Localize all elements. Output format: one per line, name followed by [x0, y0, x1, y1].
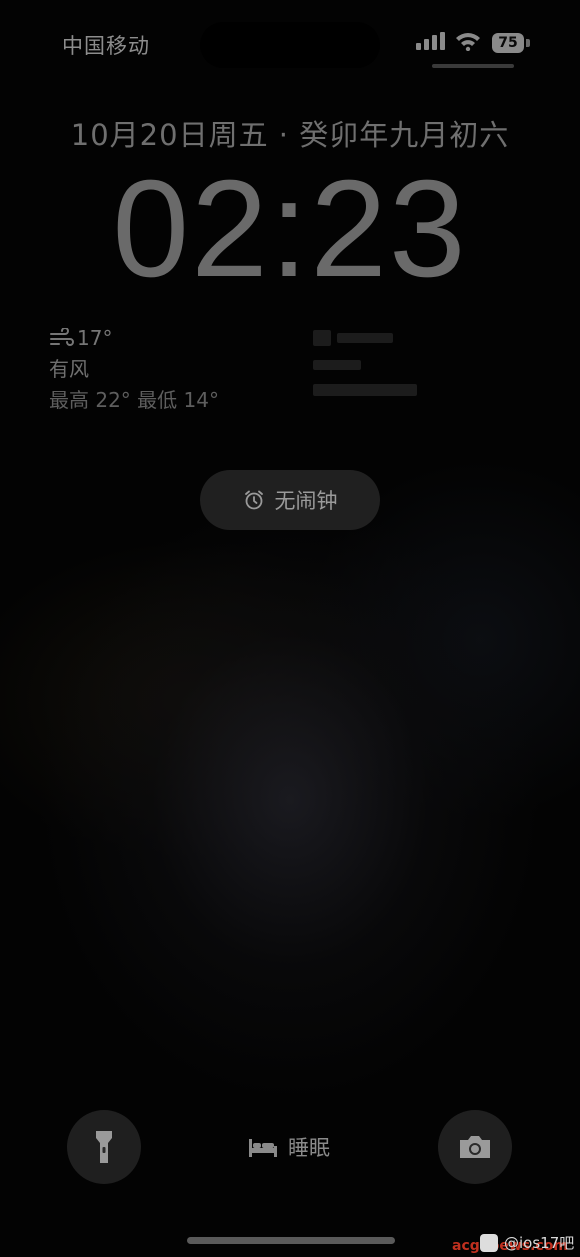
placeholder-bar [313, 360, 361, 370]
lock-time[interactable]: 02:23 [0, 150, 580, 309]
bed-icon [249, 1139, 277, 1157]
placeholder-bar [313, 330, 331, 346]
dynamic-island [200, 22, 380, 68]
alarm-clock-icon [244, 490, 263, 510]
control-center-hint[interactable] [432, 64, 514, 68]
placeholder-bar [313, 384, 417, 396]
flashlight-button[interactable] [67, 1110, 141, 1184]
flashlight-icon [96, 1131, 112, 1163]
home-indicator[interactable] [187, 1237, 395, 1244]
placeholder-bar [337, 333, 393, 343]
sleep-shortcut[interactable]: 睡眠 [248, 1130, 330, 1164]
lock-date[interactable]: 10月20日周五 · 癸卯年九月初六 [0, 112, 580, 154]
status-bar: 中国移动 75 [0, 0, 580, 90]
carrier-name: 中国移动 [62, 34, 150, 58]
wind-icon [50, 328, 74, 346]
placeholder-widget[interactable] [313, 328, 423, 400]
battery-icon: 75 [492, 33, 524, 53]
weather-condition: 有风 [49, 357, 89, 381]
watermark-logo [480, 1233, 498, 1252]
weather-range: 最高 22° 最低 14° [49, 388, 219, 412]
lock-screen: 中国移动 75 10月20日周五 · 癸卯年九月初六 02:23 17° 有风 … [0, 0, 580, 1257]
alarm-status-pill[interactable]: 无闹钟 [200, 470, 380, 530]
signal-icon [416, 32, 445, 50]
wifi-icon [456, 33, 480, 51]
weather-widget[interactable]: 17° 有风 最高 22° 最低 14° [49, 325, 219, 413]
camera-icon [460, 1136, 490, 1158]
watermark-handle: @ios17吧 [480, 1232, 574, 1253]
sleep-label: 睡眠 [288, 1136, 330, 1160]
weather-temperature: 17° [77, 326, 113, 350]
battery-level: 75 [498, 35, 518, 51]
alarm-label: 无闹钟 [274, 489, 338, 513]
battery-tip [526, 39, 530, 47]
watermark-text: @ios17吧 [504, 1234, 575, 1252]
camera-button[interactable] [438, 1110, 512, 1184]
